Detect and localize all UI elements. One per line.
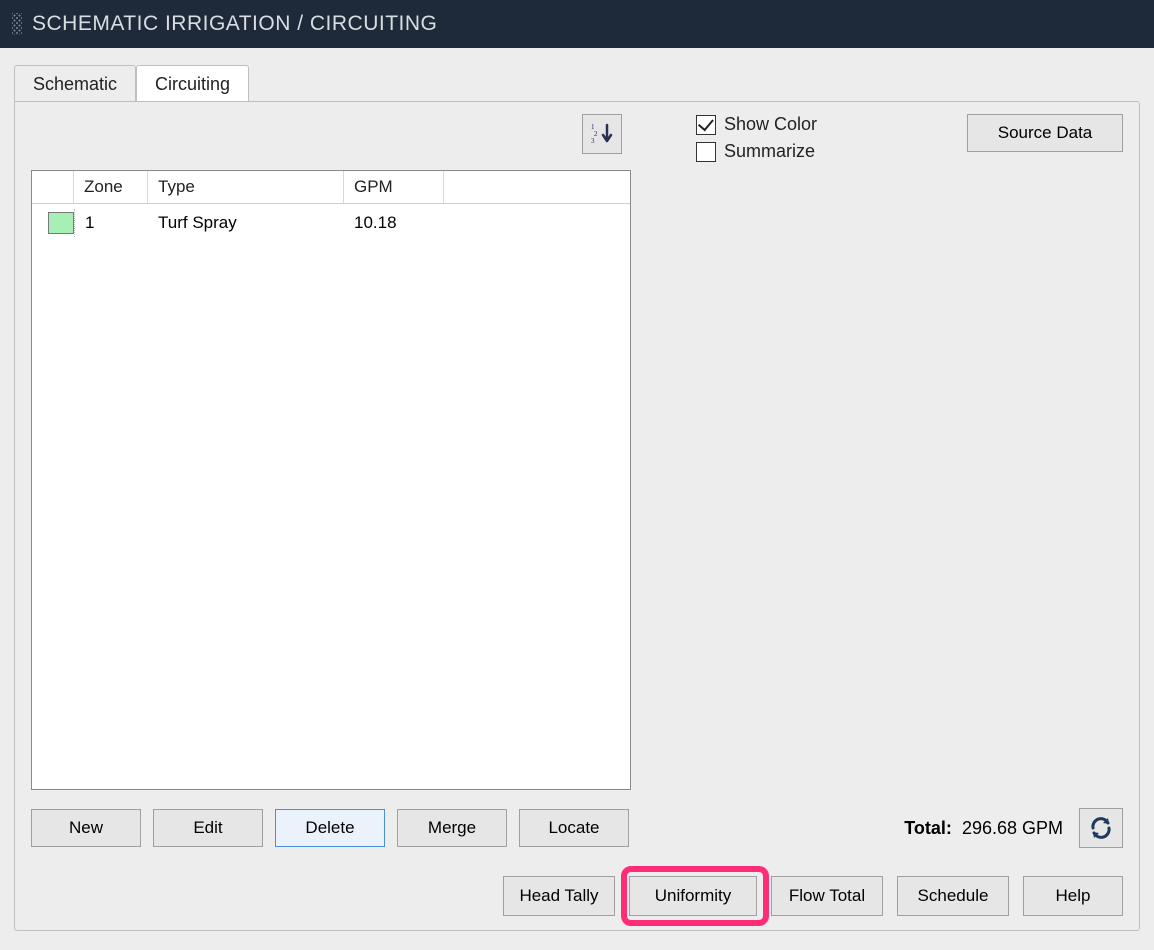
grid-header-type[interactable]: Type (148, 171, 344, 203)
window-title: SCHEMATIC IRRIGATION / CIRCUITING (32, 12, 437, 36)
grid-header-zone[interactable]: Zone (74, 171, 148, 203)
summarize-label: Summarize (724, 141, 815, 162)
checkbox-icon (696, 142, 716, 162)
total-value: 296.68 GPM (962, 818, 1063, 838)
svg-text:2: 2 (594, 130, 598, 138)
locate-button[interactable]: Locate (519, 809, 629, 847)
merge-button[interactable]: Merge (397, 809, 507, 847)
show-color-checkbox[interactable]: Show Color (696, 114, 817, 135)
flow-total-button[interactable]: Flow Total (771, 876, 883, 916)
head-tally-button[interactable]: Head Tally (503, 876, 615, 916)
source-data-button[interactable]: Source Data (967, 114, 1123, 152)
tabs: Schematic Circuiting (2, 50, 1152, 101)
row-type-cell: Turf Spray (148, 209, 344, 237)
delete-button[interactable]: Delete (275, 809, 385, 847)
grid-header-row: Zone Type GPM (32, 171, 630, 204)
numeric-sort-icon: 1 2 3 (589, 121, 615, 147)
tab-panel: 1 2 3 Show Color Summarize Source Data (14, 101, 1140, 931)
checkbox-icon (696, 115, 716, 135)
color-swatch-icon (48, 212, 74, 234)
top-controls: 1 2 3 Show Color Summarize Source Data (31, 114, 1123, 162)
grid-header-spare (444, 171, 630, 203)
summarize-checkbox[interactable]: Summarize (696, 141, 817, 162)
row-color-cell (32, 208, 74, 238)
uniformity-button[interactable]: Uniformity (629, 876, 757, 916)
total-label: Total: (904, 818, 952, 838)
numeric-sort-button[interactable]: 1 2 3 (582, 114, 622, 154)
refresh-icon (1088, 816, 1114, 840)
drag-grip-icon[interactable] (12, 13, 22, 35)
tab-schematic[interactable]: Schematic (14, 65, 136, 102)
grid-action-buttons: New Edit Delete Merge Locate Total: 296.… (31, 808, 1123, 848)
edit-button[interactable]: Edit (153, 809, 263, 847)
total-section: Total: 296.68 GPM (904, 808, 1123, 848)
help-button[interactable]: Help (1023, 876, 1123, 916)
grid-header-color[interactable] (32, 171, 74, 203)
title-bar[interactable]: SCHEMATIC IRRIGATION / CIRCUITING (0, 0, 1154, 48)
show-color-label: Show Color (724, 114, 817, 135)
row-gpm-cell: 10.18 (344, 209, 444, 237)
refresh-button[interactable] (1079, 808, 1123, 848)
svg-text:3: 3 (591, 137, 595, 145)
grid-row[interactable]: 1 Turf Spray 10.18 (32, 204, 630, 242)
panel-body: Schematic Circuiting 1 2 3 Show Color (0, 48, 1154, 950)
tab-circuiting[interactable]: Circuiting (136, 65, 249, 102)
row-zone-cell: 1 (74, 209, 148, 237)
new-button[interactable]: New (31, 809, 141, 847)
grid-header-gpm[interactable]: GPM (344, 171, 444, 203)
bottom-buttons: Head Tally Uniformity Flow Total Schedul… (503, 876, 1123, 916)
schedule-button[interactable]: Schedule (897, 876, 1009, 916)
zones-grid[interactable]: Zone Type GPM 1 Turf Spray 10.18 (31, 170, 631, 790)
